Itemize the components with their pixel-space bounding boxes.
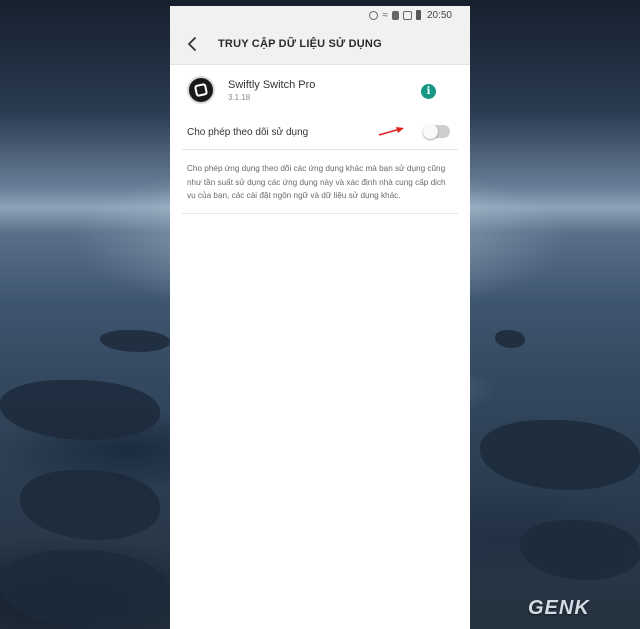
sim-icon <box>391 10 399 20</box>
app-text: Swiftly Switch Pro 3.1.18 <box>228 79 315 102</box>
page-title: TRUY CẬP DỮ LIỆU SỬ DỤNG <box>218 38 382 50</box>
genk-watermark: GENK <box>528 597 590 619</box>
app-version: 3.1.18 <box>228 92 251 102</box>
back-arrow-icon[interactable] <box>182 34 202 54</box>
usage-access-row[interactable]: Cho phép theo dõi sử dụng <box>182 115 458 150</box>
phone-screen: ≈ 20:50 TRUY CẬP DỮ LIỆU SỬ DỤNG Swiftly… <box>170 6 470 629</box>
info-icon[interactable]: i <box>421 84 436 99</box>
alarm-icon <box>369 10 379 20</box>
toggle-knob <box>423 123 438 139</box>
usage-access-description: Cho phép ứng dụng theo dõi các ứng dụng … <box>182 150 458 214</box>
usage-access-toggle[interactable] <box>423 123 450 139</box>
app-info-row: Swiftly Switch Pro 3.1.18 i <box>170 65 470 115</box>
status-bar: ≈ 20:50 <box>170 6 470 24</box>
app-name: Swiftly Switch Pro <box>228 78 316 91</box>
annotation-arrow-icon <box>378 127 404 136</box>
usage-access-label: Cho phép theo dõi sử dụng <box>187 126 309 138</box>
signal-icon <box>402 10 412 20</box>
wifi-icon: ≈ <box>382 9 388 21</box>
battery-icon <box>415 10 421 20</box>
status-time: 20:50 <box>426 9 452 21</box>
app-icon <box>189 78 213 102</box>
app-bar: TRUY CẬP DỮ LIỆU SỬ DỤNG <box>170 24 470 65</box>
